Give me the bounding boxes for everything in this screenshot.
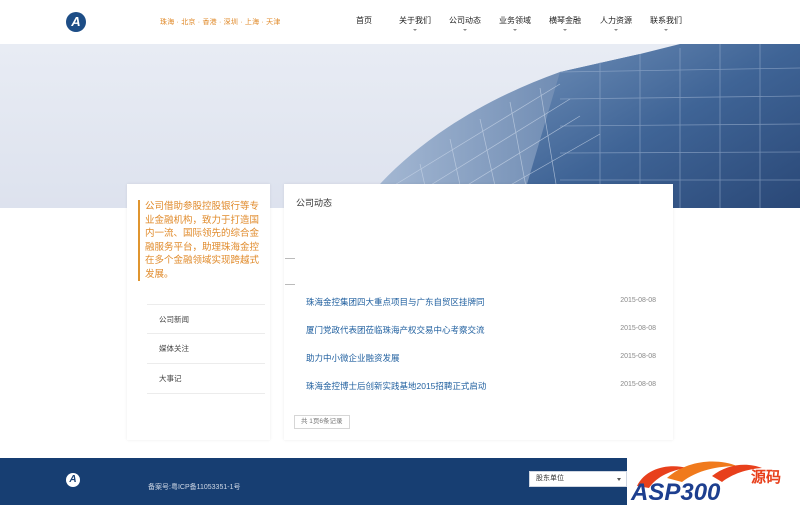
nav-hr[interactable]: 人力资源 xyxy=(600,15,632,31)
news-title[interactable]: 珠海金控集团四大重点项目与广东自贸区挂牌同 xyxy=(306,296,485,308)
news-date: 2015-08-08 xyxy=(620,325,656,332)
nav-home[interactable]: 首页 xyxy=(356,15,372,26)
watermark-text: ASP300 xyxy=(630,479,721,505)
news-date: 2015-08-08 xyxy=(620,297,656,304)
footer-logo[interactable]: A xyxy=(66,473,80,487)
chevron-down-icon xyxy=(413,29,417,31)
sidebar: 公司借助参股控股银行等专业金融机构，致力于打造国内一流、国际领先的综合金融服务平… xyxy=(127,184,270,440)
company-intro: 公司借助参股控股银行等专业金融机构，致力于打造国内一流、国际领先的综合金融服务平… xyxy=(138,200,263,281)
nav-business[interactable]: 业务领域 xyxy=(499,15,531,31)
news-item[interactable]: 珠海金控集团四大重点项目与广东自贸区挂牌同 2015-08-08 xyxy=(306,296,656,310)
site-header: A 珠海 · 北京 · 香港 · 深圳 · 上海 · 天津 首页 关于我们 公司… xyxy=(0,0,800,44)
nav-news[interactable]: 公司动态 xyxy=(449,15,481,31)
news-item[interactable]: 厦门党政代表团莅临珠海产权交易中心考察交流 2015-08-08 xyxy=(306,324,656,338)
main-nav: 首页 关于我们 公司动态 业务领域 横琴金融 人力资源 联系我们 xyxy=(0,15,800,31)
shareholder-select[interactable]: 股东单位 xyxy=(529,471,627,487)
news-item[interactable]: 珠海金控博士后创新实践基地2015招聘正式启动 2015-08-08 xyxy=(306,380,656,394)
nav-hengqin-finance[interactable]: 横琴金融 xyxy=(549,15,581,31)
news-title[interactable]: 厦门党政代表团莅临珠海产权交易中心考察交流 xyxy=(306,324,485,336)
divider xyxy=(285,284,295,285)
sidebar-item-milestones[interactable]: 大事记 xyxy=(147,364,265,394)
chevron-down-icon xyxy=(463,29,467,31)
news-title[interactable]: 珠海金控博士后创新实践基地2015招聘正式启动 xyxy=(306,380,486,392)
divider xyxy=(285,258,295,259)
chevron-down-icon xyxy=(664,29,668,31)
news-panel: 公司动态 珠海金控集团四大重点项目与广东自贸区挂牌同 2015-08-08 厦门… xyxy=(284,184,673,440)
chevron-down-icon xyxy=(617,478,621,481)
chevron-down-icon xyxy=(614,29,618,31)
chevron-down-icon xyxy=(513,29,517,31)
watermark-suffix: 源码 xyxy=(751,468,781,486)
chevron-down-icon xyxy=(563,29,567,31)
news-date: 2015-08-08 xyxy=(620,353,656,360)
news-item[interactable]: 助力中小微企业融资发展 2015-08-08 xyxy=(306,352,656,366)
news-date: 2015-08-08 xyxy=(620,381,656,388)
news-title[interactable]: 助力中小微企业融资发展 xyxy=(306,352,400,364)
sidebar-item-company-news[interactable]: 公司新闻 xyxy=(147,304,265,334)
nav-about[interactable]: 关于我们 xyxy=(399,15,431,31)
pagination-info: 共 1页6条记录 xyxy=(294,415,350,429)
page-title: 公司动态 xyxy=(296,198,333,208)
sidebar-item-media[interactable]: 媒体关注 xyxy=(147,334,265,364)
icp-record: 备案号:粤ICP备11053351-1号 xyxy=(148,484,241,491)
nav-contact[interactable]: 联系我们 xyxy=(650,15,682,31)
asp300-watermark-logo: ASP300 源码 xyxy=(627,458,800,505)
